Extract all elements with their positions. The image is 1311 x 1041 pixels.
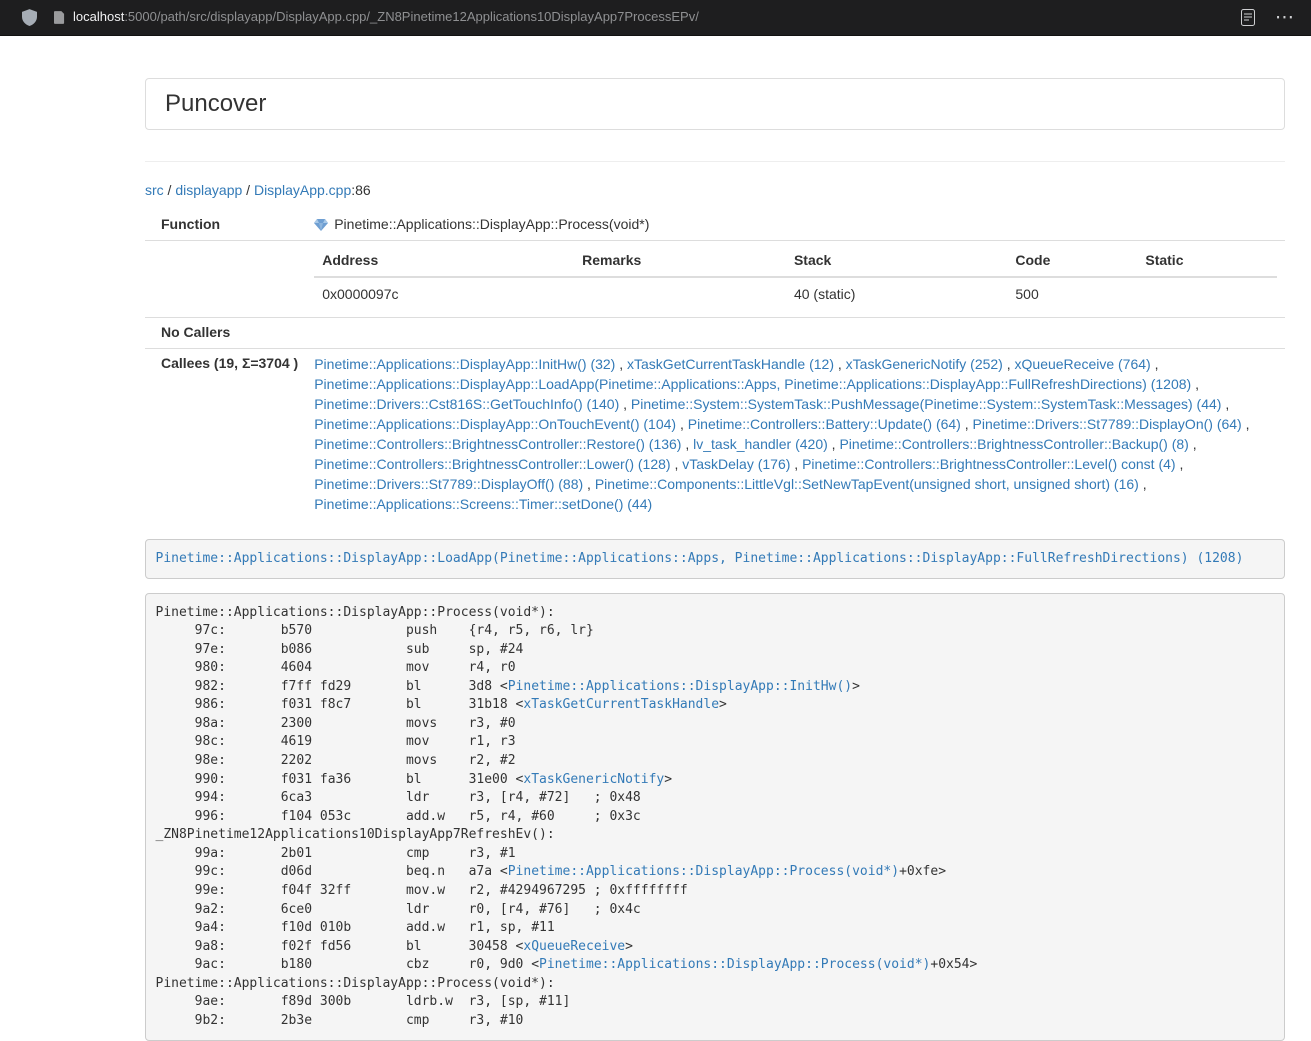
callee-separator: , (583, 476, 595, 492)
callee-separator: , (1151, 356, 1159, 372)
callee-separator: , (615, 356, 627, 372)
callee-separator: , (790, 456, 802, 472)
function-icon (314, 219, 328, 231)
disasm-symbol-link[interactable]: Pinetime::Applications::DisplayApp::Proc… (508, 864, 899, 879)
callee-separator: , (676, 416, 688, 432)
shield-icon[interactable] (22, 9, 37, 26)
col-remarks: Remarks (574, 246, 786, 277)
disassembly-pre: Pinetime::Applications::DisplayApp::Proc… (145, 593, 1285, 1041)
selected-callee-link[interactable]: Pinetime::Applications::DisplayApp::Load… (156, 551, 1244, 566)
cell-address: 0x0000097c (314, 277, 574, 312)
cell-remarks (574, 277, 786, 312)
page-title: Puncover (165, 91, 1265, 117)
overflow-menu-icon[interactable]: ⋯ (1275, 8, 1295, 27)
cell-code: 500 (1007, 277, 1137, 312)
callee-link[interactable]: Pinetime::Applications::Screens::Timer::… (314, 496, 652, 512)
breadcrumb: src / displayapp / DisplayApp.cpp:86 (145, 181, 1285, 201)
disasm-symbol-link[interactable]: Pinetime::Applications::DisplayApp::Init… (508, 679, 852, 694)
callee-link[interactable]: Pinetime::Drivers::St7789::DisplayOff() … (314, 476, 583, 492)
no-callers-row: No Callers (145, 318, 1285, 349)
callee-link[interactable]: Pinetime::System::SystemTask::PushMessag… (631, 396, 1222, 412)
function-table: Function Pinetime::Applications::Display… (145, 210, 1285, 519)
col-stack: Stack (786, 246, 1007, 277)
callee-link[interactable]: Pinetime::Controllers::BrightnessControl… (314, 436, 681, 452)
callee-separator: , (1189, 436, 1197, 452)
col-static: Static (1137, 246, 1277, 277)
callee-link[interactable]: vTaskDelay (176) (682, 456, 790, 472)
callee-separator: , (1242, 416, 1250, 432)
callee-link[interactable]: Pinetime::Controllers::BrightnessControl… (802, 456, 1175, 472)
function-name: Pinetime::Applications::DisplayApp::Proc… (334, 215, 649, 235)
breadcrumb-separator: / (242, 182, 254, 198)
callee-link[interactable]: xTaskGenericNotify (252) (846, 356, 1003, 372)
divider (145, 161, 1285, 162)
breadcrumb-separator: / (164, 182, 176, 198)
url-host: localhost (73, 8, 124, 27)
breadcrumb-src[interactable]: src (145, 182, 164, 198)
callee-separator: , (681, 436, 693, 452)
details-header-row: Address Remarks Stack Code Static (314, 246, 1277, 277)
callee-separator: , (619, 396, 631, 412)
callee-separator: , (828, 436, 840, 452)
disasm-symbol-link[interactable]: Pinetime::Applications::DisplayApp::Proc… (539, 957, 930, 972)
callee-link[interactable]: Pinetime::Applications::DisplayApp::Init… (314, 356, 615, 372)
function-row: Function Pinetime::Applications::Display… (145, 210, 1285, 240)
page-icon (54, 11, 65, 24)
function-label: Function (145, 210, 306, 240)
reader-mode-icon[interactable] (1241, 9, 1255, 26)
browser-toolbar: localhost:5000/path/src/displayapp/Displ… (0, 0, 1311, 36)
callee-separator: , (961, 416, 973, 432)
callee-link[interactable]: Pinetime::Drivers::St7789::DisplayOn() (… (973, 416, 1242, 432)
selected-callee-box: Pinetime::Applications::DisplayApp::Load… (145, 539, 1285, 579)
col-code: Code (1007, 246, 1137, 277)
callee-separator: , (671, 456, 683, 472)
cell-stack: 40 (static) (786, 277, 1007, 312)
callee-link[interactable]: Pinetime::Controllers::Battery::Update()… (688, 416, 961, 432)
callee-link[interactable]: Pinetime::Applications::DisplayApp::OnTo… (314, 416, 676, 432)
callees-label: Callees (19, Σ=3704 ) (145, 349, 306, 520)
url-bar[interactable]: localhost:5000/path/src/displayapp/Displ… (54, 8, 699, 27)
callee-link[interactable]: Pinetime::Drivers::Cst816S::GetTouchInfo… (314, 396, 619, 412)
callee-link[interactable]: Pinetime::Controllers::BrightnessControl… (314, 456, 670, 472)
toolbar-actions: ⋯ (1241, 8, 1297, 27)
function-details-row: Address Remarks Stack Code Static 0x0000… (145, 241, 1285, 318)
disasm-symbol-link[interactable]: xTaskGetCurrentTaskHandle (523, 697, 719, 712)
callee-separator: , (834, 356, 846, 372)
breadcrumb-file[interactable]: DisplayApp.cpp (254, 182, 351, 198)
callee-link[interactable]: Pinetime::Controllers::BrightnessControl… (839, 436, 1188, 452)
col-address: Address (314, 246, 574, 277)
no-callers-label: No Callers (145, 318, 306, 349)
callee-separator: , (1003, 356, 1015, 372)
url-path: :5000/path/src/displayapp/DisplayApp.cpp… (124, 8, 699, 27)
function-details-table: Address Remarks Stack Code Static 0x0000… (314, 246, 1277, 312)
callee-separator: , (1139, 476, 1147, 492)
callee-separator: , (1221, 396, 1229, 412)
page-container: Puncover src / displayapp / DisplayApp.c… (145, 78, 1285, 1041)
callee-separator: , (1191, 376, 1199, 392)
callee-link[interactable]: lv_task_handler (420) (693, 436, 828, 452)
callees-list: Pinetime::Applications::DisplayApp::Init… (306, 349, 1285, 520)
app-header-panel: Puncover (145, 78, 1285, 130)
callee-link[interactable]: xTaskGetCurrentTaskHandle (12) (627, 356, 834, 372)
breadcrumb-line-number: :86 (351, 182, 370, 198)
breadcrumb-displayapp[interactable]: displayapp (175, 182, 242, 198)
callee-separator: , (1176, 456, 1184, 472)
callee-link[interactable]: Pinetime::Applications::DisplayApp::Load… (314, 376, 1191, 392)
callees-row: Callees (19, Σ=3704 ) Pinetime::Applicat… (145, 349, 1285, 520)
disasm-symbol-link[interactable]: xTaskGenericNotify (523, 772, 664, 787)
details-value-row: 0x0000097c 40 (static) 500 (314, 277, 1277, 312)
disasm-symbol-link[interactable]: xQueueReceive (523, 939, 625, 954)
cell-static (1137, 277, 1277, 312)
callee-link[interactable]: xQueueReceive (764) (1015, 356, 1151, 372)
callee-link[interactable]: Pinetime::Components::LittleVgl::SetNewT… (595, 476, 1139, 492)
